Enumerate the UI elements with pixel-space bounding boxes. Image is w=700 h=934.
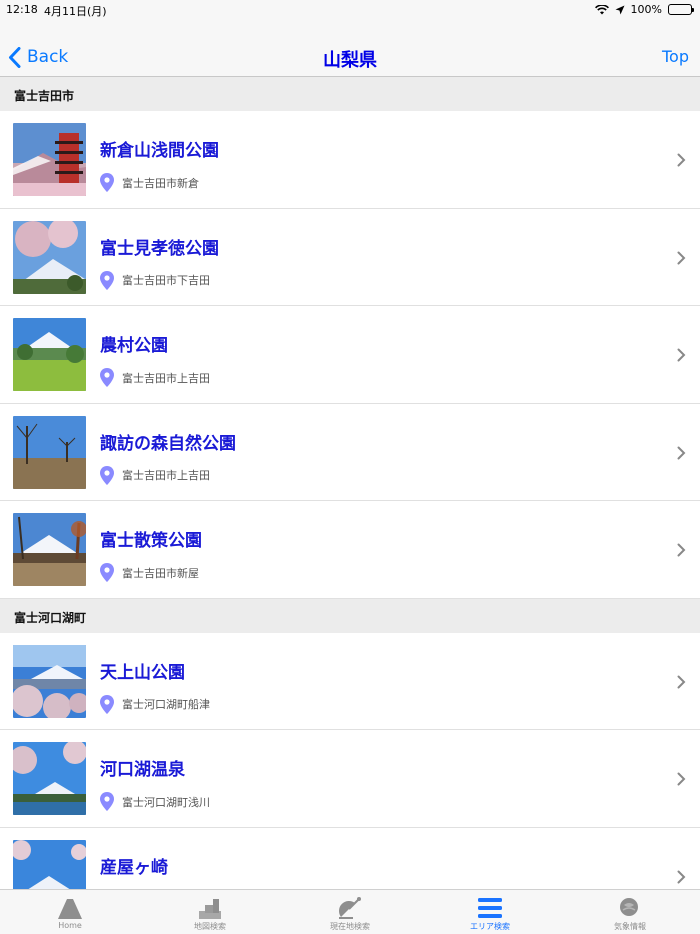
chevron-right-icon xyxy=(677,870,686,883)
thumbnail-image xyxy=(13,742,86,815)
status-time: 12:18 xyxy=(6,3,38,16)
tab-label: 現在地検索 xyxy=(330,922,370,931)
location-search-icon xyxy=(339,897,361,919)
location-pin-icon xyxy=(100,270,114,290)
location-pin-icon xyxy=(100,173,114,192)
thumbnail-image xyxy=(13,644,86,718)
thumbnail-image xyxy=(13,220,86,294)
chevron-right-icon xyxy=(677,543,686,557)
thumbnail-image xyxy=(13,123,86,196)
address-text: 富士河口湖町船津 xyxy=(122,698,210,711)
item-address: 富士吉田市下吉田 xyxy=(100,270,210,290)
list-item[interactable]: 産屋ヶ崎 xyxy=(0,827,700,889)
item-address: 富士河口湖町船津 xyxy=(100,694,210,714)
list-item[interactable]: 諏訪の森自然公園 富士吉田市上吉田 xyxy=(0,403,700,501)
section-header: 富士吉田市 xyxy=(0,77,700,111)
tab-area-search[interactable]: エリア検索 xyxy=(420,890,560,934)
item-title: 富士見孝徳公園 xyxy=(100,238,219,259)
location-arrow-icon xyxy=(615,5,625,14)
address-text: 富士吉田市新屋 xyxy=(122,566,199,580)
chevron-right-icon xyxy=(677,772,686,786)
address-text: 富士吉田市新倉 xyxy=(122,176,199,190)
tab-label: 地図検索 xyxy=(194,922,226,931)
thumbnail-image xyxy=(13,318,86,391)
tab-home[interactable]: Home xyxy=(0,890,140,934)
location-pin-icon xyxy=(100,465,114,485)
thumbnail-image xyxy=(13,839,86,889)
battery-icon xyxy=(668,4,694,15)
chevron-right-icon xyxy=(677,446,686,459)
item-title: 諏訪の森自然公園 xyxy=(100,433,236,454)
address-text: 富士吉田市上吉田 xyxy=(122,469,210,482)
item-title: 河口湖温泉 xyxy=(100,760,185,780)
weather-icon xyxy=(620,898,638,916)
location-pin-icon xyxy=(100,694,114,714)
thumbnail-image xyxy=(13,513,86,586)
item-address: 富士吉田市上吉田 xyxy=(100,368,210,387)
tab-label: Home xyxy=(58,921,82,930)
chevron-right-icon xyxy=(677,251,686,264)
address-text: 富士吉田市上吉田 xyxy=(122,371,210,385)
chevron-right-icon xyxy=(677,153,686,167)
location-pin-icon xyxy=(100,792,114,811)
area-list[interactable]: 富士吉田市 新倉山浅間公園 富士吉田市新倉 富士見孝徳公園 富士吉田市下吉田 農… xyxy=(0,77,700,889)
map-search-icon xyxy=(199,899,221,919)
thumbnail-image xyxy=(13,415,86,489)
item-title: 新倉山浅間公園 xyxy=(100,141,219,161)
tab-bar: Home 地図検索 現在地検索 エリア検索 気象情報 xyxy=(0,889,700,934)
item-title: 富士散策公園 xyxy=(100,531,202,551)
tab-label: エリア検索 xyxy=(470,922,510,931)
page-title: 山梨県 xyxy=(323,50,377,71)
location-pin-icon xyxy=(100,368,114,387)
list-item[interactable]: 新倉山浅間公園 富士吉田市新倉 xyxy=(0,111,700,209)
battery-percent: 100% xyxy=(630,3,662,16)
address-text: 富士吉田市下吉田 xyxy=(122,274,210,287)
list-item[interactable]: 河口湖温泉 富士河口湖町浅川 xyxy=(0,730,700,828)
item-address: 富士吉田市新倉 xyxy=(100,173,199,192)
item-address: 富士吉田市上吉田 xyxy=(100,465,210,485)
wifi-icon xyxy=(594,4,609,14)
list-item[interactable]: 富士見孝徳公園 富士吉田市下吉田 xyxy=(0,208,700,306)
item-address: 富士河口湖町浅川 xyxy=(100,792,210,811)
area-list-icon xyxy=(478,898,502,918)
list-item[interactable]: 農村公園 富士吉田市上吉田 xyxy=(0,306,700,404)
location-pin-icon xyxy=(100,563,114,582)
item-title: 天上山公園 xyxy=(100,662,185,683)
address-text: 富士河口湖町浅川 xyxy=(122,795,210,809)
navigation-bar: Back 山梨県 Top xyxy=(0,20,700,77)
chevron-right-icon xyxy=(677,675,686,688)
list-item[interactable]: 天上山公園 富士河口湖町船津 xyxy=(0,632,700,730)
list-item[interactable]: 富士散策公園 富士吉田市新屋 xyxy=(0,501,700,599)
tab-map-search[interactable]: 地図検索 xyxy=(140,890,280,934)
status-date: 4月11日(月) xyxy=(44,5,107,18)
mountain-icon xyxy=(58,899,82,919)
tab-label: 気象情報 xyxy=(614,922,646,931)
item-address: 富士吉田市新屋 xyxy=(100,563,199,582)
top-button[interactable]: Top xyxy=(662,47,689,66)
item-title: 農村公園 xyxy=(100,336,168,356)
status-right: 100% xyxy=(594,3,694,16)
chevron-right-icon xyxy=(677,348,686,362)
tab-weather[interactable]: 気象情報 xyxy=(560,890,700,934)
item-title: 産屋ヶ崎 xyxy=(100,857,168,878)
tab-location-search[interactable]: 現在地検索 xyxy=(280,890,420,934)
status-bar: 12:18 4月11日(月) 100% xyxy=(0,0,700,20)
section-header: 富士河口湖町 xyxy=(0,598,700,633)
